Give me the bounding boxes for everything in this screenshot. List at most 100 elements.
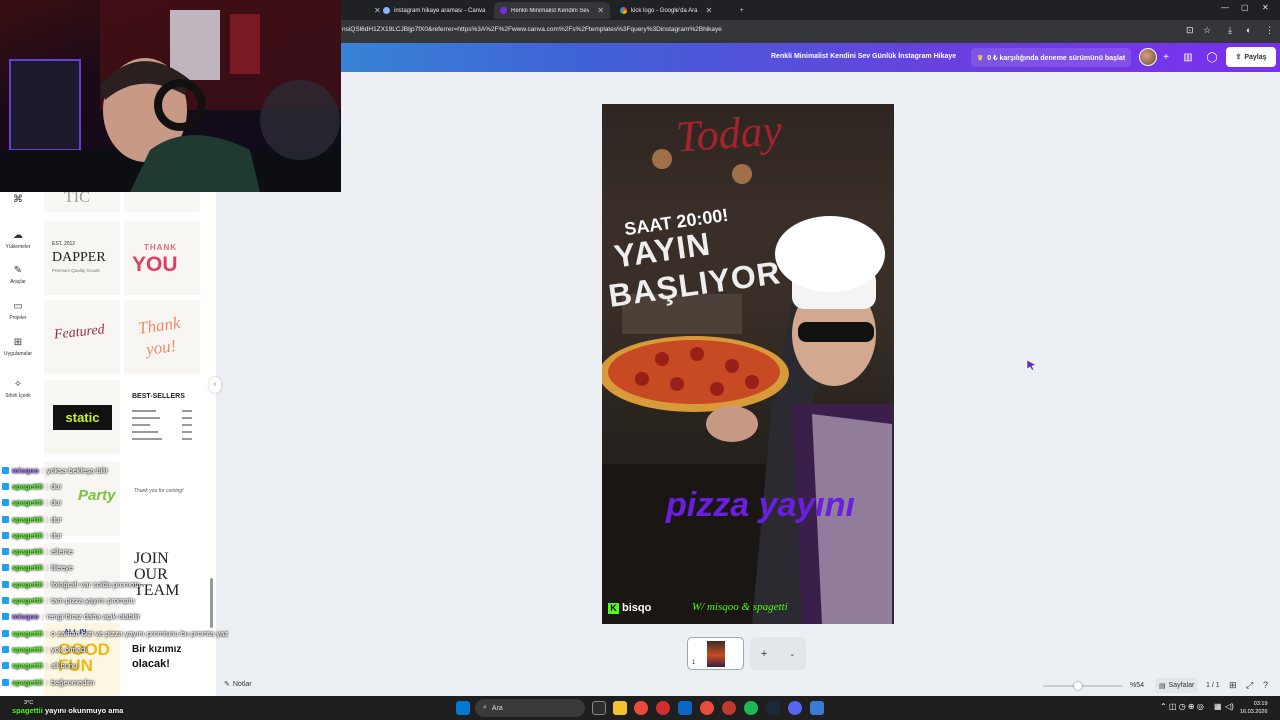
template-thumbnail: TIC [64, 192, 90, 206]
new-tab-button[interactable]: + [734, 2, 750, 19]
zoom-slider-knob[interactable] [1074, 682, 1082, 690]
plus-icon: + [760, 647, 768, 660]
sidebar-item-uploads[interactable]: ☁ Yüklemeler [0, 230, 36, 250]
tray-icons[interactable]: ⌃ ◫ ◷ ⊕ ◎ [1160, 702, 1204, 711]
tab-instagram-search[interactable]: instagram hikaye araması - Canva ✕ [377, 2, 500, 19]
chat-message: misqoo: rengi biraz daha açık olabilir [2, 609, 302, 625]
volume-icon[interactable]: ◁) [1225, 702, 1234, 711]
user-avatar[interactable] [1139, 48, 1157, 66]
template-card-static[interactable]: static [44, 380, 120, 454]
story-design-page[interactable]: Today SAAT 20:00! YAYIN BAŞLIYOR pizza y… [602, 104, 894, 624]
comment-icon[interactable]: ◯ [1204, 50, 1220, 66]
download-icon[interactable]: ⤓ [1228, 25, 1232, 36]
chat-text: dur [50, 530, 62, 540]
taskbar-search[interactable]: ⌕ Ara [475, 699, 585, 717]
maximize-icon[interactable]: ▢ [1241, 3, 1249, 12]
help-icon[interactable]: ? [1263, 680, 1268, 690]
stream-chat-overlay: misqoo: yoksa bekleşa bilir spagettii: dur s… [2, 462, 302, 690]
tab-active-design[interactable]: Renkli Minimalist Kendini Sev Günlük ✕ [494, 2, 610, 19]
template-card-partial[interactable]: TIC [44, 192, 120, 212]
chat-separator: : [45, 530, 48, 540]
discord-icon[interactable] [788, 701, 802, 715]
trial-button[interactable]: ♛ 0 ₺ karşılığında deneme sürümünü başla… [971, 48, 1132, 67]
pages-button[interactable]: ▤ Sayfalar [1155, 678, 1199, 693]
template-card-partial[interactable] [124, 192, 200, 212]
template-card-thank-script[interactable]: Thank you! [124, 300, 200, 374]
pages-icon: ▤ [1159, 682, 1166, 690]
template-card-featured[interactable]: Featured [44, 300, 120, 374]
chat-message: spagettii: elleme [2, 543, 302, 559]
chat-username[interactable]: misqoo [12, 466, 39, 475]
chat-badge-icon [2, 466, 9, 474]
chat-username[interactable]: spagettii [12, 563, 43, 572]
sidebar-item-projects[interactable]: ▭ Projeler [0, 301, 36, 321]
add-collaborator-icon[interactable]: + [1158, 50, 1174, 66]
url-field[interactable]: nsiQSl6dH1ZX19LCJBljp7fX0&referrer=https… [342, 26, 722, 33]
chat-badge-icon [2, 613, 9, 621]
chrome-profile-icon[interactable] [700, 701, 714, 715]
template-card-best-sellers[interactable]: BEST-SELLERS [124, 380, 200, 454]
template-card-thank-you[interactable]: THANK YOU [124, 221, 200, 295]
chat-separator: : [45, 481, 48, 491]
chat-badge-icon [2, 531, 9, 539]
chat-username[interactable]: misqoo [12, 612, 39, 621]
spotify-icon[interactable] [744, 701, 758, 715]
collapse-panel-button[interactable]: ‹ [209, 377, 221, 393]
close-icon[interactable]: ✕ [706, 6, 713, 15]
file-explorer-icon[interactable] [613, 701, 627, 715]
streamer-webcam-image [0, 0, 341, 192]
chat-username[interactable]: spagettii [12, 596, 43, 605]
document-title[interactable]: Renkli Minimalist Kendini Sev Günlük İns… [771, 53, 956, 60]
network-icon[interactable]: ▦ [1214, 702, 1222, 711]
profile-icon[interactable]: ◐ [1246, 25, 1251, 35]
search-icon: ⌕ [483, 704, 487, 711]
install-app-icon[interactable]: ⊡ [1186, 25, 1194, 36]
chat-badge-icon [2, 678, 9, 686]
chevron-down-icon[interactable]: ⌄ [789, 650, 795, 658]
bookmark-star-icon[interactable]: ☆ [1203, 25, 1211, 36]
chat-message: spagettii: fotoğrafı var solda promotu [2, 576, 302, 592]
sidebar-item-apps[interactable]: ⊞ Uygulamalar [0, 337, 36, 357]
template-card-dapper[interactable]: EST. 2012 DAPPER Premium Quality Goods [44, 221, 120, 295]
task-view-icon[interactable] [592, 701, 606, 715]
chat-username[interactable]: spagettii [12, 661, 43, 670]
chat-username[interactable]: spagettii [12, 629, 43, 638]
chat-username[interactable]: spagettii [12, 498, 43, 507]
chrome-icon[interactable] [634, 701, 648, 715]
chat-username[interactable]: spagettii [12, 547, 43, 556]
taskbar-clock[interactable]: 03:19 16.03.2026 [1240, 700, 1268, 716]
sidebar-item-partial[interactable]: ⌘ [0, 194, 36, 206]
chat-username[interactable]: spagettii [12, 482, 43, 491]
steam-icon[interactable] [766, 701, 780, 715]
chat-separator: : [45, 644, 48, 654]
page-thumbnail[interactable]: 1 [687, 637, 744, 670]
design-artwork [602, 149, 894, 624]
insights-chart-icon[interactable]: ▥ [1180, 50, 1196, 66]
close-icon[interactable]: ✕ [597, 6, 604, 15]
chat-ticker: spagettii yayını okunmuyo ama [12, 706, 124, 715]
app-icon[interactable] [678, 701, 692, 715]
chat-username[interactable]: spagettii [12, 515, 43, 524]
tab-google-search[interactable]: kick logo - Google'da Ara ✕ [614, 2, 730, 19]
chat-username[interactable]: spagettii [12, 580, 43, 589]
kick-logo-icon: K [608, 602, 619, 614]
chat-username[interactable]: spagettii [12, 645, 43, 654]
minimize-icon[interactable]: — [1221, 3, 1229, 12]
opera-icon[interactable] [656, 701, 670, 715]
menu-kebab-icon[interactable]: ⋮ [1265, 25, 1274, 36]
fullscreen-icon[interactable]: ⤢ [1246, 680, 1253, 691]
app-icon-2[interactable] [810, 701, 824, 715]
grid-view-icon[interactable]: ⊞ [1229, 680, 1237, 691]
add-page-button[interactable]: + ⌄ [750, 637, 806, 670]
zoom-slider[interactable] [1043, 685, 1123, 687]
browser-icon[interactable] [722, 701, 736, 715]
zoom-percentage[interactable]: %54 [1130, 682, 1144, 689]
share-button[interactable]: ⇪ Paylaş [1226, 47, 1276, 67]
chat-username[interactable]: spagettii [12, 678, 43, 687]
design-brand-logo: K bisqo [608, 602, 651, 614]
chat-username[interactable]: spagettii [12, 531, 43, 540]
sidebar-item-magic-media[interactable]: ✧ Sihirli İçerik [0, 379, 36, 399]
start-icon[interactable] [456, 701, 470, 715]
close-window-icon[interactable]: ✕ [1262, 3, 1269, 12]
sidebar-item-tools[interactable]: ✎ Araçlar [0, 265, 36, 285]
